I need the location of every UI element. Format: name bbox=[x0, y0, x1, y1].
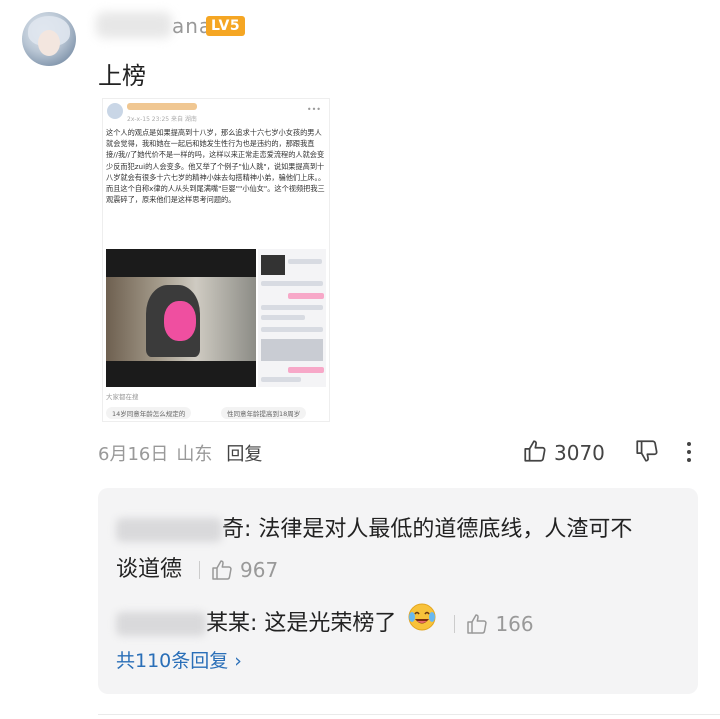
reply-username-blurred[interactable] bbox=[116, 518, 222, 542]
reply-item[interactable]: 奇: 法律是对人最低的道德底线，人渣可不 bbox=[116, 510, 676, 550]
embedded-suggestion: 14岁同意年龄怎么规定的 bbox=[106, 407, 192, 419]
reply-button[interactable]: 回复 bbox=[226, 444, 262, 465]
avatar-face bbox=[38, 30, 60, 56]
thumbs-up-icon bbox=[467, 614, 488, 634]
dislike-button[interactable] bbox=[634, 438, 660, 468]
replies-panel: 奇: 法律是对人最低的道德底线，人渣可不 谈道德 967 某某: 这是光荣榜了 bbox=[98, 488, 698, 694]
embedded-video bbox=[106, 249, 256, 387]
reply-text: 法律是对人最低的道德底线，人渣可不 bbox=[258, 517, 633, 542]
reply-username-blurred[interactable] bbox=[116, 612, 206, 636]
side-thumbnail bbox=[261, 255, 285, 275]
laughing-crying-emoji bbox=[407, 602, 437, 646]
username-blurred[interactable] bbox=[96, 12, 172, 38]
more-vertical-icon[interactable] bbox=[684, 440, 694, 468]
like-button[interactable]: 3070 bbox=[522, 438, 605, 468]
comment-meta: 6月16日 山东 回复 bbox=[98, 440, 262, 466]
separator bbox=[454, 615, 456, 633]
reply-item-continued: 谈道德 967 bbox=[116, 550, 278, 590]
comment-region: 山东 bbox=[176, 444, 213, 465]
comment-date: 6月16日 bbox=[98, 444, 169, 465]
reply-like-count: 166 bbox=[495, 612, 534, 636]
reply-item[interactable]: 某某: 这是光荣榜了 166 bbox=[116, 602, 534, 646]
embedded-username bbox=[127, 103, 197, 110]
reply-username-tail[interactable]: 奇 bbox=[222, 517, 244, 542]
embedded-avatar bbox=[107, 103, 123, 119]
embedded-post-body: 这个人的观点是如果提高到十八岁，那么追求十六七岁小女孩的男人就会觉得，我和她在一… bbox=[106, 128, 326, 205]
avatar[interactable] bbox=[22, 12, 76, 66]
embedded-post-header: 2x-x-15 23:25 来自 湖南 ••• bbox=[105, 101, 327, 123]
comment-text: 上榜 bbox=[98, 62, 146, 90]
thumbs-down-icon bbox=[634, 440, 660, 468]
face-censor-blob bbox=[164, 301, 196, 341]
reply-like-count: 967 bbox=[240, 558, 279, 582]
reply-like-button[interactable]: 166 bbox=[454, 604, 534, 644]
embedded-date: 2x-x-15 23:25 来自 湖南 bbox=[127, 116, 197, 123]
embedded-footer: 大家都在搜 bbox=[106, 393, 139, 401]
embedded-suggestion: 性同意年龄提高到18周岁 bbox=[221, 407, 307, 419]
thumbs-up-icon bbox=[212, 560, 232, 580]
reply-username-tail[interactable]: 某某 bbox=[206, 611, 250, 636]
view-all-replies-link[interactable]: 共110条回复 › bbox=[116, 646, 242, 673]
reply-text: 这是光荣榜了 bbox=[264, 611, 397, 636]
thumbs-up-icon bbox=[522, 438, 548, 468]
reply-text-cont: 谈道德 bbox=[116, 557, 183, 582]
level-badge: LV5 bbox=[206, 16, 246, 36]
separator bbox=[199, 561, 201, 579]
side-image bbox=[261, 339, 323, 361]
embedded-more-icon: ••• bbox=[306, 105, 321, 114]
like-count: 3070 bbox=[554, 441, 605, 465]
embedded-side-panel bbox=[258, 249, 326, 387]
divider bbox=[98, 714, 720, 715]
comment-image[interactable]: 2x-x-15 23:25 来自 湖南 ••• 这个人的观点是如果提高到十八岁，… bbox=[102, 98, 330, 422]
reply-like-button[interactable]: 967 bbox=[199, 550, 278, 590]
